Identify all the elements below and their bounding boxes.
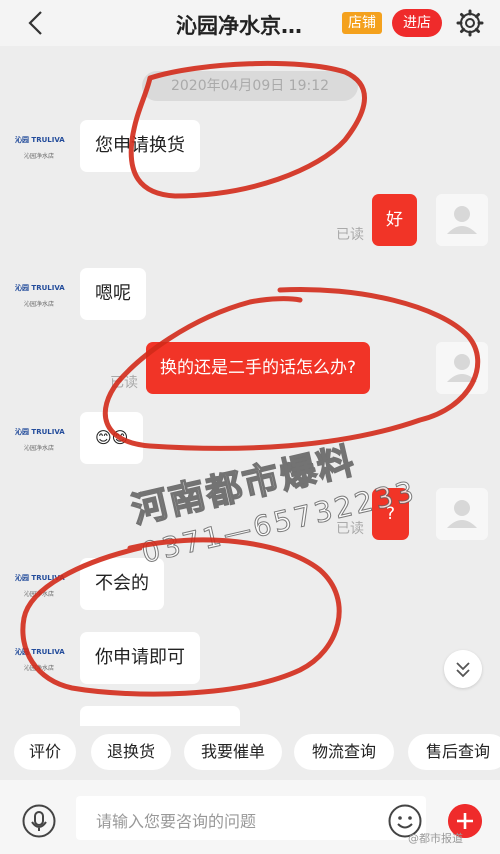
- enter-shop-button[interactable]: 进店: [392, 9, 442, 37]
- microphone-icon[interactable]: [22, 804, 56, 838]
- shop-logo-mark: 沁园 TRULIVA: [15, 136, 65, 144]
- read-status: 已读: [336, 227, 364, 243]
- top-bar: 沁园净水京… 店铺 进店: [0, 0, 500, 46]
- shop-avatar: 沁园 TRULIVA 沁园净水店: [12, 642, 74, 680]
- message-timestamp: 2020年04月09日 19:12: [142, 71, 358, 101]
- message-bubble-shop: 您申请换货: [80, 120, 200, 172]
- shop-logo-mark: 沁园 TRULIVA: [15, 284, 65, 292]
- read-status: 已读: [110, 375, 138, 391]
- shop-logo-sub: 沁园净水店: [24, 665, 55, 672]
- read-status: 已读: [336, 521, 364, 537]
- avatar-icon: [436, 488, 488, 540]
- settings-icon[interactable]: [455, 8, 485, 38]
- message-bubble-user: 换的还是二手的话怎么办?: [146, 342, 371, 394]
- shop-badge[interactable]: 店铺: [342, 12, 382, 34]
- message-bubble-shop-partial: [80, 706, 240, 726]
- shop-avatar: 沁园 TRULIVA 沁园净水店: [12, 130, 74, 168]
- quick-actions-bar: 评价 退换货 我要催单 物流查询 售后查询: [0, 726, 500, 780]
- shop-logo-sub: 沁园净水店: [24, 591, 55, 598]
- shop-logo-mark: 沁园 TRULIVA: [15, 574, 65, 582]
- quick-action-logistics[interactable]: 物流查询: [294, 734, 394, 770]
- avatar-icon: [436, 194, 488, 246]
- back-icon[interactable]: [22, 8, 52, 38]
- chevron-down-icon[interactable]: [444, 650, 482, 688]
- quick-action-return[interactable]: 退换货: [91, 734, 171, 770]
- quick-action-review[interactable]: 评价: [14, 734, 76, 770]
- shop-logo-sub: 沁园净水店: [24, 301, 55, 308]
- message-bubble-shop: 你申请即可: [80, 632, 200, 684]
- message-bubble-shop: 嗯呢: [80, 268, 146, 320]
- avatar-icon: [436, 342, 488, 394]
- chat-title: 沁园净水京…: [176, 14, 302, 38]
- message-bubble-user: 好: [372, 194, 417, 246]
- source-watermark: @都市报道: [408, 832, 463, 845]
- message-bubble-user: ?: [372, 488, 410, 540]
- watermark: 河南都市爆料 0371—65732233: [126, 424, 420, 581]
- chat-area[interactable]: 2020年04月09日 19:12 沁园 TRULIVA 沁园净水店 您申请换货…: [0, 46, 500, 726]
- shop-avatar: 沁园 TRULIVA 沁园净水店: [12, 568, 74, 606]
- message-bubble-shop: 😊😊: [80, 412, 144, 464]
- shop-logo-mark: 沁园 TRULIVA: [15, 648, 65, 656]
- message-bubble-shop: 不会的: [80, 558, 164, 610]
- shop-logo-sub: 沁园净水店: [24, 153, 55, 160]
- quick-action-urge[interactable]: 我要催单: [184, 734, 282, 770]
- shop-avatar: 沁园 TRULIVA 沁园净水店: [12, 422, 74, 460]
- shop-avatar: 沁园 TRULIVA 沁园净水店: [12, 278, 74, 316]
- shop-logo-sub: 沁园净水店: [24, 445, 55, 452]
- quick-action-aftersale[interactable]: 售后查询: [408, 734, 500, 770]
- shop-logo-mark: 沁园 TRULIVA: [15, 428, 65, 436]
- message-input-placeholder: 请输入您要咨询的问题: [96, 812, 257, 831]
